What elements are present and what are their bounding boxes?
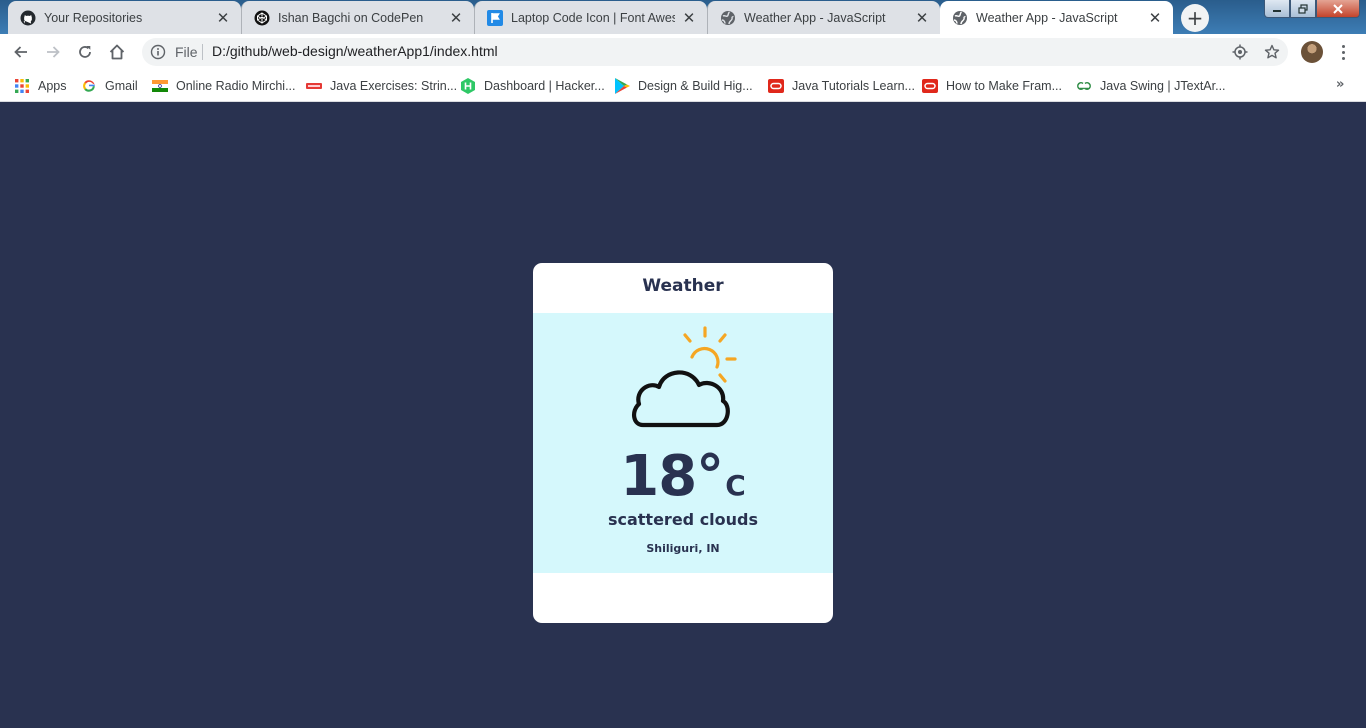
window-controls: [1264, 0, 1360, 20]
window-close-icon[interactable]: [1316, 0, 1360, 18]
temperature-value: 18°: [620, 444, 724, 509]
back-arrow-icon[interactable]: [6, 37, 36, 67]
bookmark-label: Apps: [38, 79, 67, 93]
bookmark-hackerrank[interactable]: Dashboard | Hacker...: [460, 76, 605, 96]
weather-location: Shiliguri, IN: [646, 542, 720, 555]
apps-grid-icon: [14, 78, 30, 94]
globe-icon: [952, 10, 968, 26]
github-icon: [20, 10, 36, 26]
bookmark-label: Java Tutorials Learn...: [792, 79, 915, 93]
tab-title: Weather App - JavaScript: [976, 10, 1118, 25]
bookmark-star-icon[interactable]: [1264, 44, 1280, 60]
tab-close-icon[interactable]: ✕: [914, 9, 930, 27]
bookmark-label: Design & Build Hig...: [638, 79, 753, 93]
more-menu-icon[interactable]: [1335, 40, 1351, 64]
tab-close-icon[interactable]: ✕: [215, 9, 231, 27]
reload-icon[interactable]: [70, 37, 100, 67]
tab-list: Your Repositories ✕ Ishan Bagchi on Code…: [8, 0, 1173, 34]
bookmark-radio-mirchi[interactable]: Online Radio Mirchi...: [152, 76, 296, 96]
oracle-icon: [768, 78, 784, 94]
tab-title: Weather App - JavaScript: [744, 10, 886, 25]
profile-avatar[interactable]: [1301, 41, 1323, 63]
bookmark-label: Online Radio Mirchi...: [176, 79, 296, 93]
google-icon: [81, 78, 97, 94]
page-viewport: Weather 18°C scattered clouds Shiliguri,…: [0, 103, 1366, 728]
font-awesome-flag-icon: [487, 9, 503, 26]
bookmark-how-to-make-frame[interactable]: How to Make Fram...: [922, 76, 1062, 96]
tab-close-icon[interactable]: ✕: [448, 9, 464, 27]
bookmark-label: Java Swing | JTextAr...: [1100, 79, 1226, 93]
partly-cloudy-icon: [629, 325, 741, 433]
tab-weather-app-active[interactable]: Weather App - JavaScript ✕: [940, 1, 1173, 34]
temperature-display: 18°C: [533, 445, 833, 509]
bookmark-java-tutorials[interactable]: Java Tutorials Learn...: [768, 76, 915, 96]
url-scheme-label: File: [175, 44, 198, 60]
bookmarks-overflow-button[interactable]: »: [1336, 77, 1344, 92]
bookmark-label: Gmail: [105, 79, 138, 93]
geeksforgeeks-icon: [1076, 78, 1092, 94]
bookmark-design-build[interactable]: Design & Build Hig...: [614, 76, 753, 96]
restore-icon[interactable]: [1290, 0, 1316, 18]
browser-toolbar: File D:/github/web-design/weatherApp1/in…: [0, 34, 1366, 70]
tab-title: Ishan Bagchi on CodePen: [278, 10, 424, 25]
weather-panel: 18°C scattered clouds Shiliguri, IN: [533, 313, 833, 573]
tab-title: Your Repositories: [44, 10, 143, 25]
new-tab-button[interactable]: +: [1181, 4, 1209, 32]
url-text[interactable]: D:/github/web-design/weatherApp1/index.h…: [212, 43, 498, 59]
w3resource-icon: [306, 78, 322, 94]
weather-description: scattered clouds: [607, 510, 759, 529]
home-icon[interactable]: [102, 37, 132, 67]
bookmark-gmail[interactable]: Gmail: [81, 76, 138, 96]
location-target-icon[interactable]: [1232, 44, 1248, 60]
bookmark-java-swing[interactable]: Java Swing | JTextAr...: [1076, 76, 1226, 96]
tab-title: Laptop Code Icon | Font Awesome: [511, 10, 675, 25]
bookmark-label: Dashboard | Hacker...: [484, 79, 605, 93]
tab-font-awesome[interactable]: Laptop Code Icon | Font Awesome ✕: [474, 1, 707, 34]
bookmark-label: How to Make Fram...: [946, 79, 1062, 93]
codepen-icon: [254, 10, 270, 26]
address-separator: [202, 44, 203, 60]
india-flag-icon: [152, 78, 168, 94]
bookmarks-bar: Apps Gmail Online Radio Mirchi... Java E…: [0, 70, 1366, 102]
globe-icon: [720, 10, 736, 26]
info-icon[interactable]: [150, 44, 166, 60]
address-bar[interactable]: File D:/github/web-design/weatherApp1/in…: [142, 38, 1288, 66]
minimize-icon[interactable]: [1264, 0, 1290, 18]
weather-card: Weather 18°C scattered clouds Shiliguri,…: [533, 263, 833, 623]
card-title: Weather: [642, 276, 724, 296]
bookmark-java-exercises[interactable]: Java Exercises: Strin...: [306, 76, 457, 96]
tab-close-icon[interactable]: ✕: [1147, 9, 1163, 27]
tab-close-icon[interactable]: ✕: [681, 9, 697, 27]
temperature-unit: C: [725, 469, 746, 502]
google-play-icon: [614, 78, 630, 94]
bookmark-label: Java Exercises: Strin...: [330, 79, 458, 93]
bookmark-apps[interactable]: Apps: [14, 76, 67, 96]
oracle-icon: [922, 78, 938, 94]
hackerrank-icon: [460, 78, 476, 94]
tab-strip: Your Repositories ✕ Ishan Bagchi on Code…: [0, 0, 1366, 34]
tab-weather-app-1[interactable]: Weather App - JavaScript ✕: [707, 1, 940, 34]
tab-your-repositories[interactable]: Your Repositories ✕: [8, 1, 241, 34]
tab-codepen[interactable]: Ishan Bagchi on CodePen ✕: [241, 1, 474, 34]
forward-arrow-icon[interactable]: [38, 37, 68, 67]
